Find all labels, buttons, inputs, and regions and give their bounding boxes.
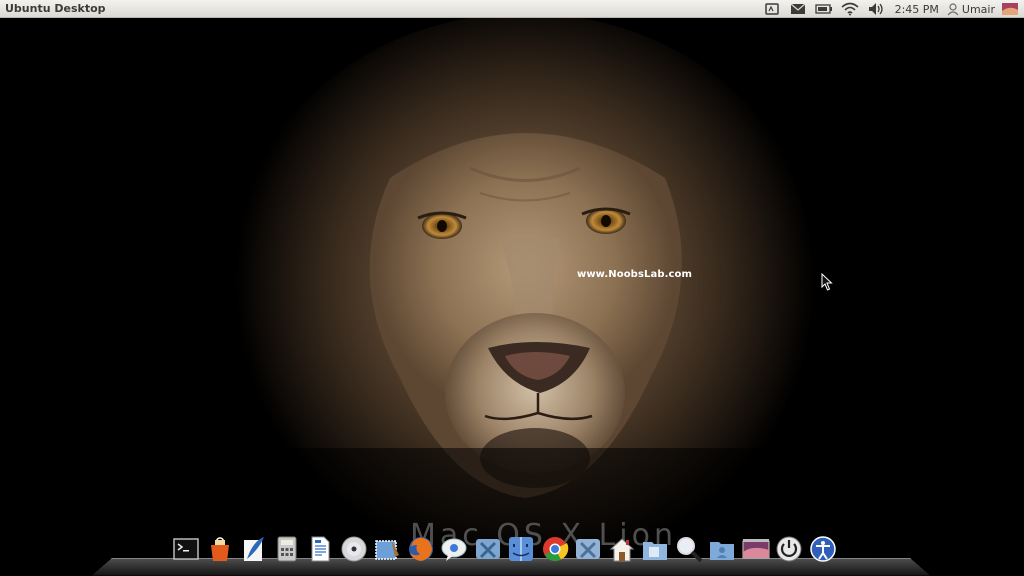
mail-stamp-icon[interactable] (372, 534, 402, 564)
text-document-icon[interactable] (305, 534, 335, 564)
desktop: www.NoobsLab.com Mac OS X Lion Ubuntu De… (0, 0, 1024, 576)
firefox-icon[interactable] (406, 534, 436, 564)
battery-icon[interactable] (813, 0, 835, 18)
mail-icon[interactable] (787, 0, 809, 18)
finder-icon[interactable] (506, 534, 536, 564)
keyboard-icon[interactable] (761, 0, 783, 18)
x11-alt-icon[interactable] (573, 534, 603, 564)
documents-folder-icon[interactable] (640, 534, 670, 564)
user-icon (947, 2, 959, 15)
user-name: Umair (961, 2, 995, 16)
power-icon[interactable] (774, 534, 804, 564)
panel-clock[interactable]: 2:45 PM (895, 3, 939, 16)
indicator-area: 2:45 PM Umair (757, 0, 1024, 18)
photo-preview-icon[interactable] (741, 534, 771, 564)
user-folder-icon[interactable] (707, 534, 737, 564)
wifi-icon[interactable] (839, 0, 861, 18)
app-store-bag-icon[interactable] (205, 534, 235, 564)
mouse-cursor-icon (821, 273, 833, 291)
chat-icon[interactable] (439, 534, 469, 564)
lion-wallpaper (0, 18, 1024, 576)
top-panel: Ubuntu Desktop 2:45 PM Umair (0, 0, 1024, 18)
wallpaper-watermark: www.NoobsLab.com (577, 269, 692, 280)
dvd-disc-icon[interactable] (339, 534, 369, 564)
calculator-icon[interactable] (272, 534, 302, 564)
accessibility-icon[interactable] (808, 534, 838, 564)
user-menu[interactable]: Umair (947, 3, 995, 16)
dock (171, 530, 841, 564)
terminal-icon[interactable] (171, 534, 201, 564)
home-icon[interactable] (607, 534, 637, 564)
search-magnifier-icon[interactable] (674, 534, 704, 564)
quill-writer-icon[interactable] (238, 534, 268, 564)
session-icon[interactable] (999, 0, 1021, 18)
volume-icon[interactable] (865, 0, 887, 18)
x11-icon[interactable] (473, 534, 503, 564)
chrome-icon[interactable] (540, 534, 570, 564)
panel-title: Ubuntu Desktop (5, 2, 106, 15)
